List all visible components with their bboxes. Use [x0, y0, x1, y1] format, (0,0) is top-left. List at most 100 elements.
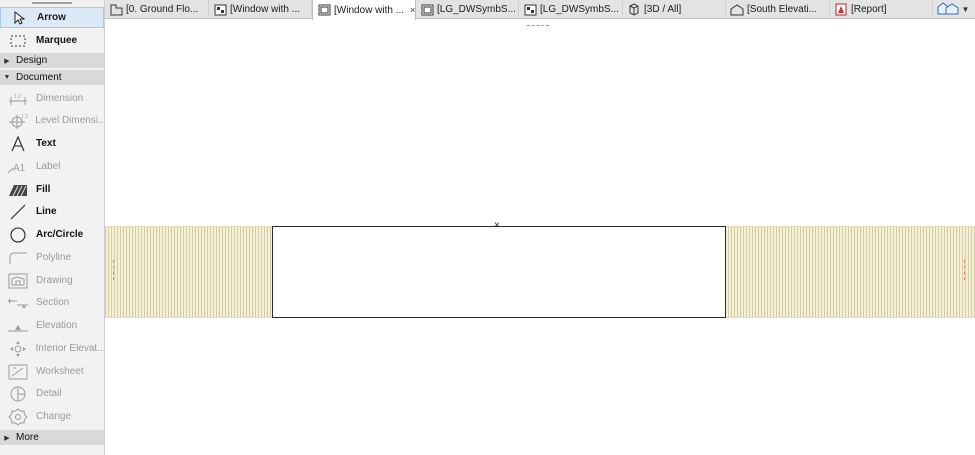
tool-level-dimension[interactable]: 1.2 Level Dimensi...	[0, 110, 104, 131]
tool-change[interactable]: Change	[0, 406, 104, 427]
text-tool-icon	[7, 135, 29, 153]
tab-label: [0. Ground Flo...	[126, 4, 199, 15]
active-tab-indicator	[527, 25, 549, 31]
worksheet-icon	[7, 363, 29, 381]
elevation-window-icon	[317, 3, 331, 17]
floor-plan-icon	[109, 3, 123, 17]
tab-label: [Window with ...	[334, 4, 405, 16]
tab-report[interactable]: [Report]	[830, 0, 933, 19]
window-opening-rectangle[interactable]	[272, 226, 726, 318]
svg-text:1.2: 1.2	[14, 94, 21, 100]
view-tab-bar: [0. Ground Flo... [Window with ... [Wind…	[105, 0, 975, 20]
tab-lg-dwsymb-elevation[interactable]: [LG_DWSymbS...	[416, 0, 519, 19]
tab-south-elevation[interactable]: [South Elevati...	[726, 0, 830, 19]
tool-label: Arc/Circle	[36, 229, 84, 240]
tool-section[interactable]: Section	[0, 292, 104, 313]
tab-label: [Report]	[851, 4, 887, 15]
tab-label: [3D / All]	[644, 4, 682, 15]
dimension-icon: 1.2	[7, 90, 29, 108]
section-label: Document	[16, 72, 62, 83]
change-icon	[7, 407, 29, 426]
tool-label: Fill	[36, 184, 51, 195]
section-design[interactable]: ▶ Design	[0, 53, 104, 68]
elevation-house-icon	[730, 3, 744, 17]
section-more[interactable]: ▶ More	[0, 430, 104, 445]
tab-label: [LG_DWSymbS...	[540, 4, 619, 15]
label-tool-icon: A1	[7, 158, 29, 176]
report-icon	[834, 3, 848, 17]
tool-worksheet[interactable]: Worksheet	[0, 361, 104, 382]
fill-tool-icon	[7, 181, 29, 199]
tool-label: Section	[36, 297, 70, 308]
tool-label: Elevation	[36, 320, 78, 331]
origin-cross-icon[interactable]: ×	[494, 221, 500, 231]
expand-arrow-icon: ▶	[4, 57, 10, 65]
collapse-arrow-icon: ▼	[3, 74, 11, 81]
tool-label: Dimension	[36, 93, 84, 104]
tab-lg-dwsymb-symbol[interactable]: [LG_DWSymbS...	[519, 0, 623, 19]
3d-view-icon	[627, 3, 641, 17]
tab-label: [Window with ...	[230, 4, 301, 15]
close-tab-icon[interactable]: ×	[410, 5, 415, 15]
tool-dimension[interactable]: 1.2 Dimension	[0, 88, 104, 109]
tab-3d-all[interactable]: [3D / All]	[623, 0, 726, 19]
tool-drawing[interactable]: Drawing	[0, 270, 104, 291]
navigator-home-button[interactable]: ▼	[933, 1, 973, 18]
home-navigator-icon	[937, 1, 959, 18]
section-label: Design	[16, 55, 48, 66]
symbol-window-icon	[213, 3, 227, 17]
svg-text:1.2: 1.2	[21, 114, 28, 120]
tool-label: Change	[36, 411, 72, 422]
tool-label: Drawing	[36, 275, 73, 286]
tool-label: Text	[36, 138, 56, 149]
tool-label: Worksheet	[36, 366, 84, 377]
tool-fill[interactable]: Fill	[0, 179, 104, 200]
drawing-canvas[interactable]: ×	[105, 20, 975, 455]
tool-interior-elevation[interactable]: Interior Elevat...	[0, 338, 104, 359]
tool-text[interactable]: Text	[0, 133, 104, 154]
drawing-icon	[7, 272, 29, 290]
tool-marquee[interactable]: Marquee	[0, 30, 104, 51]
wall-hatch-right	[725, 226, 975, 318]
tab-label: [LG_DWSymbS...	[437, 4, 516, 15]
chevron-down-icon: ▼	[961, 5, 970, 14]
line-tool-icon	[7, 203, 29, 221]
elevation-window-icon	[420, 3, 434, 17]
tab-window-symbol[interactable]: [Window with ...	[209, 0, 312, 19]
tool-label-text: Label	[36, 161, 61, 172]
section-icon	[7, 294, 29, 312]
polyline-icon	[7, 249, 29, 267]
tab-ground-floor[interactable]: [0. Ground Flo...	[105, 0, 209, 19]
tool-label: Level Dimensi...	[35, 115, 104, 126]
toolbox-grip[interactable]	[32, 2, 72, 4]
tool-label: Detail	[36, 388, 62, 399]
marquee-icon	[7, 32, 29, 50]
tool-label: Line	[36, 206, 57, 217]
tool-line[interactable]: Line	[0, 201, 104, 222]
expand-arrow-icon: ▶	[4, 434, 10, 442]
wall-edge-marker-left	[113, 260, 117, 280]
section-document[interactable]: ▼ Document	[0, 70, 104, 85]
tool-label: Polyline	[36, 252, 72, 263]
tool-arrow[interactable]: Arrow	[0, 7, 104, 28]
tool-elevation[interactable]: Elevation	[0, 315, 104, 336]
toolbox-panel: Arrow Marquee ▶ Design ▼ Document 1.2 Di…	[0, 0, 105, 455]
tab-window-elevation-active[interactable]: [Window with ... ×	[312, 0, 416, 20]
section-label: More	[16, 432, 39, 443]
detail-icon	[7, 385, 29, 403]
tool-label[interactable]: A1 Label	[0, 156, 104, 177]
tool-detail[interactable]: Detail	[0, 383, 104, 404]
svg-text:A1: A1	[13, 163, 26, 174]
interior-elevation-icon	[7, 340, 29, 358]
level-dimension-icon: 1.2	[7, 112, 28, 130]
arc-circle-icon	[7, 226, 29, 244]
tool-label: Interior Elevat...	[35, 343, 104, 354]
tool-polyline[interactable]: Polyline	[0, 247, 104, 268]
wall-edge-marker-right	[964, 260, 968, 280]
wall-hatch-left	[105, 226, 273, 318]
tool-label: Marquee	[36, 35, 78, 46]
tool-arc-circle[interactable]: Arc/Circle	[0, 224, 104, 245]
symbol-window-icon	[523, 3, 537, 17]
tool-label: Arrow	[37, 12, 66, 23]
tab-label: [South Elevati...	[747, 4, 818, 15]
